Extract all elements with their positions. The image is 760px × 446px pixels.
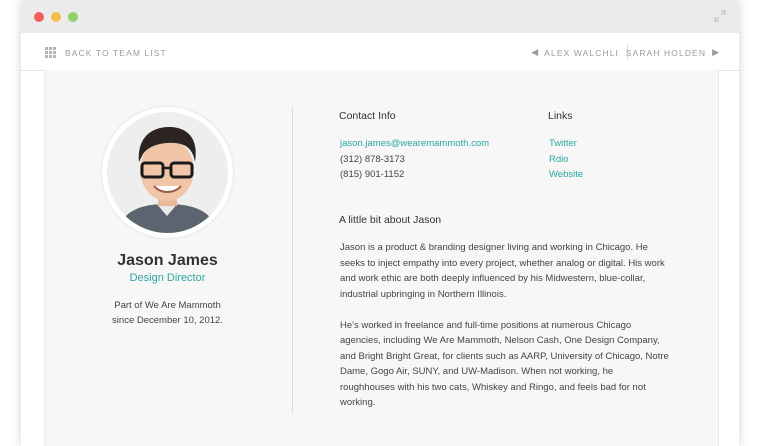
about-heading: A little bit about Jason [339,214,442,226]
links-heading: Links [548,110,573,122]
twitter-link[interactable]: Twitter [549,136,583,152]
phone-number: (312) 878-3173 [340,153,405,165]
about-paragraph: Jason is a product & branding designer l… [340,242,665,300]
member-role: Design Director [129,272,206,284]
minimize-window-button[interactable] [51,12,61,22]
profile-content: Jason James Design Director Part of We A… [44,70,719,446]
fullscreen-icon[interactable] [714,10,726,22]
avatar-frame [102,107,233,238]
next-member-link[interactable]: SARAH HOLDEN ▶ [626,47,719,58]
column-divider [292,108,293,412]
title-bar [21,0,739,33]
links-list: Twitter Rdio Website [549,136,583,183]
previous-member-link[interactable]: ◀ ALEX WALCHLI [531,47,619,58]
maximize-window-button[interactable] [68,12,78,22]
rdio-link[interactable]: Rdio [549,152,583,168]
close-window-button[interactable] [34,12,44,22]
back-to-team-list-link[interactable]: BACK TO TEAM LIST [45,47,167,58]
portrait-photo [107,112,228,233]
member-since: Part of We Are Mammoth since December 10… [45,298,290,328]
website-link[interactable]: Website [549,167,583,183]
contact-list: jason.james@wearemammoth.com (312) 878-3… [340,136,489,183]
profile-navbar: BACK TO TEAM LIST ◀ ALEX WALCHLI SARAH H… [21,33,739,71]
email-link[interactable]: jason.james@wearemammoth.com [340,136,489,152]
member-since-line2: since December 10, 2012. [112,315,223,326]
about-text: Jason is a product & branding designer l… [340,240,670,426]
member-since-line1: Part of We Are Mammoth [114,300,221,311]
grid-icon [45,47,56,58]
previous-member-label: ALEX WALCHLI [544,47,619,58]
about-paragraph: He's worked in freelance and full-time p… [340,319,669,409]
back-link-label: BACK TO TEAM LIST [65,47,167,58]
member-name: Jason James [117,252,218,269]
next-member-label: SARAH HOLDEN [625,47,707,58]
arrow-left-icon: ◀ [531,47,539,57]
contact-info-heading: Contact Info [339,110,396,122]
avatar [107,112,228,233]
arrow-right-icon: ▶ [712,47,719,57]
browser-window: BACK TO TEAM LIST ◀ ALEX WALCHLI SARAH H… [21,0,739,446]
phone-number: (815) 901-1152 [340,169,405,180]
